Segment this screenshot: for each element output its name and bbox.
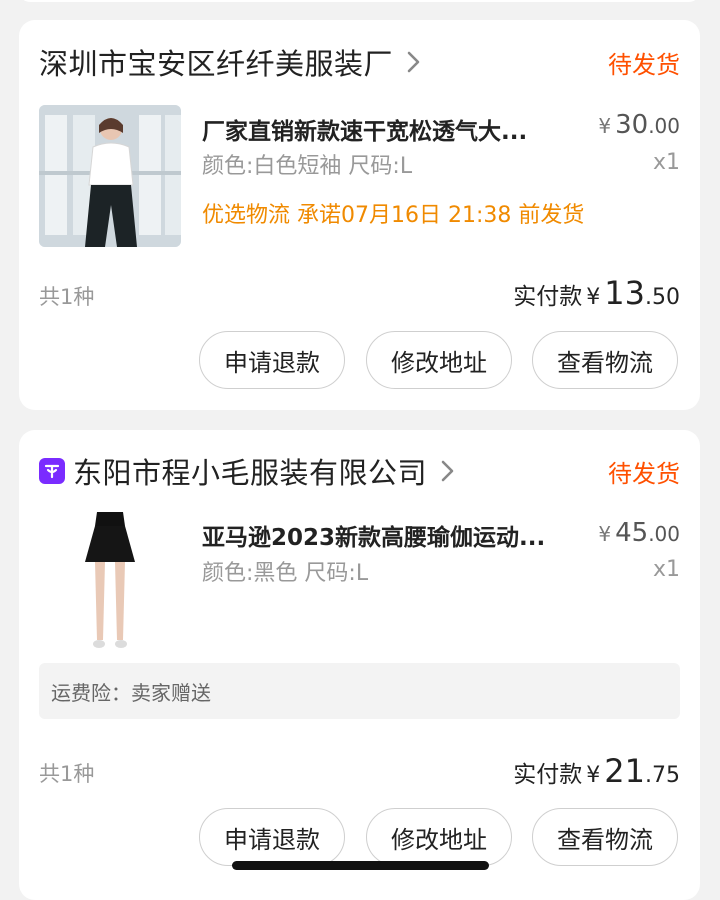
order-status: 待发货 [608,50,680,79]
modify-address-button[interactable]: 修改地址 [366,331,512,389]
modify-address-button[interactable]: 修改地址 [366,808,512,866]
product-price: ¥45.00 [598,518,680,548]
shop-header[interactable]: 东阳市程小毛服装有限公司 待发货 [39,451,680,491]
product-image[interactable] [39,510,181,652]
order-card[interactable]: 东阳市程小毛服装有限公司 待发货 亚马逊2023新款高腰瑜伽运动... ¥45.… [19,430,700,900]
product-price: ¥30.00 [598,110,680,140]
shop-name[interactable]: 深圳市宝安区纤纤美服装厂 [39,41,393,83]
order-card[interactable]: 深圳市宝安区纤纤美服装厂 待发货 厂家直销新款速干宽松透气大... ¥30.00… [19,20,700,410]
tmall-shop-icon [39,458,65,484]
paid-amount: 实付款 ¥13.50 [513,274,680,312]
product-image[interactable] [39,105,181,247]
product-quantity: x1 [652,557,680,582]
chevron-right-icon[interactable] [399,47,429,77]
product-spec: 颜色:白色短袖 尺码:L [202,154,413,179]
shipping-insurance: 运费险：卖家赠送 [39,663,680,719]
product-spec: 颜色:黑色 尺码:L [202,561,369,586]
paid-amount: 实付款 ¥21.75 [513,752,680,790]
product-title[interactable]: 亚马逊2023新款高腰瑜伽运动... [202,518,545,552]
chevron-right-icon[interactable] [433,456,463,486]
product-title[interactable]: 厂家直销新款速干宽松透气大... [202,112,527,146]
shop-header[interactable]: 深圳市宝安区纤纤美服装厂 待发货 [39,42,680,82]
home-indicator[interactable] [232,861,489,870]
request-refund-button[interactable]: 申请退款 [199,808,345,866]
product-quantity: x1 [652,150,680,175]
previous-order-card [19,0,700,2]
shipping-promise: 优选物流 承诺07月16日 21:38 前发货 [202,203,585,228]
item-count: 共1种 [39,285,95,309]
request-refund-button[interactable]: 申请退款 [199,331,345,389]
shop-name[interactable]: 东阳市程小毛服装有限公司 [73,450,427,492]
order-status: 待发货 [608,459,680,488]
view-logistics-button[interactable]: 查看物流 [532,331,678,389]
item-count: 共1种 [39,762,95,786]
view-logistics-button[interactable]: 查看物流 [532,808,678,866]
